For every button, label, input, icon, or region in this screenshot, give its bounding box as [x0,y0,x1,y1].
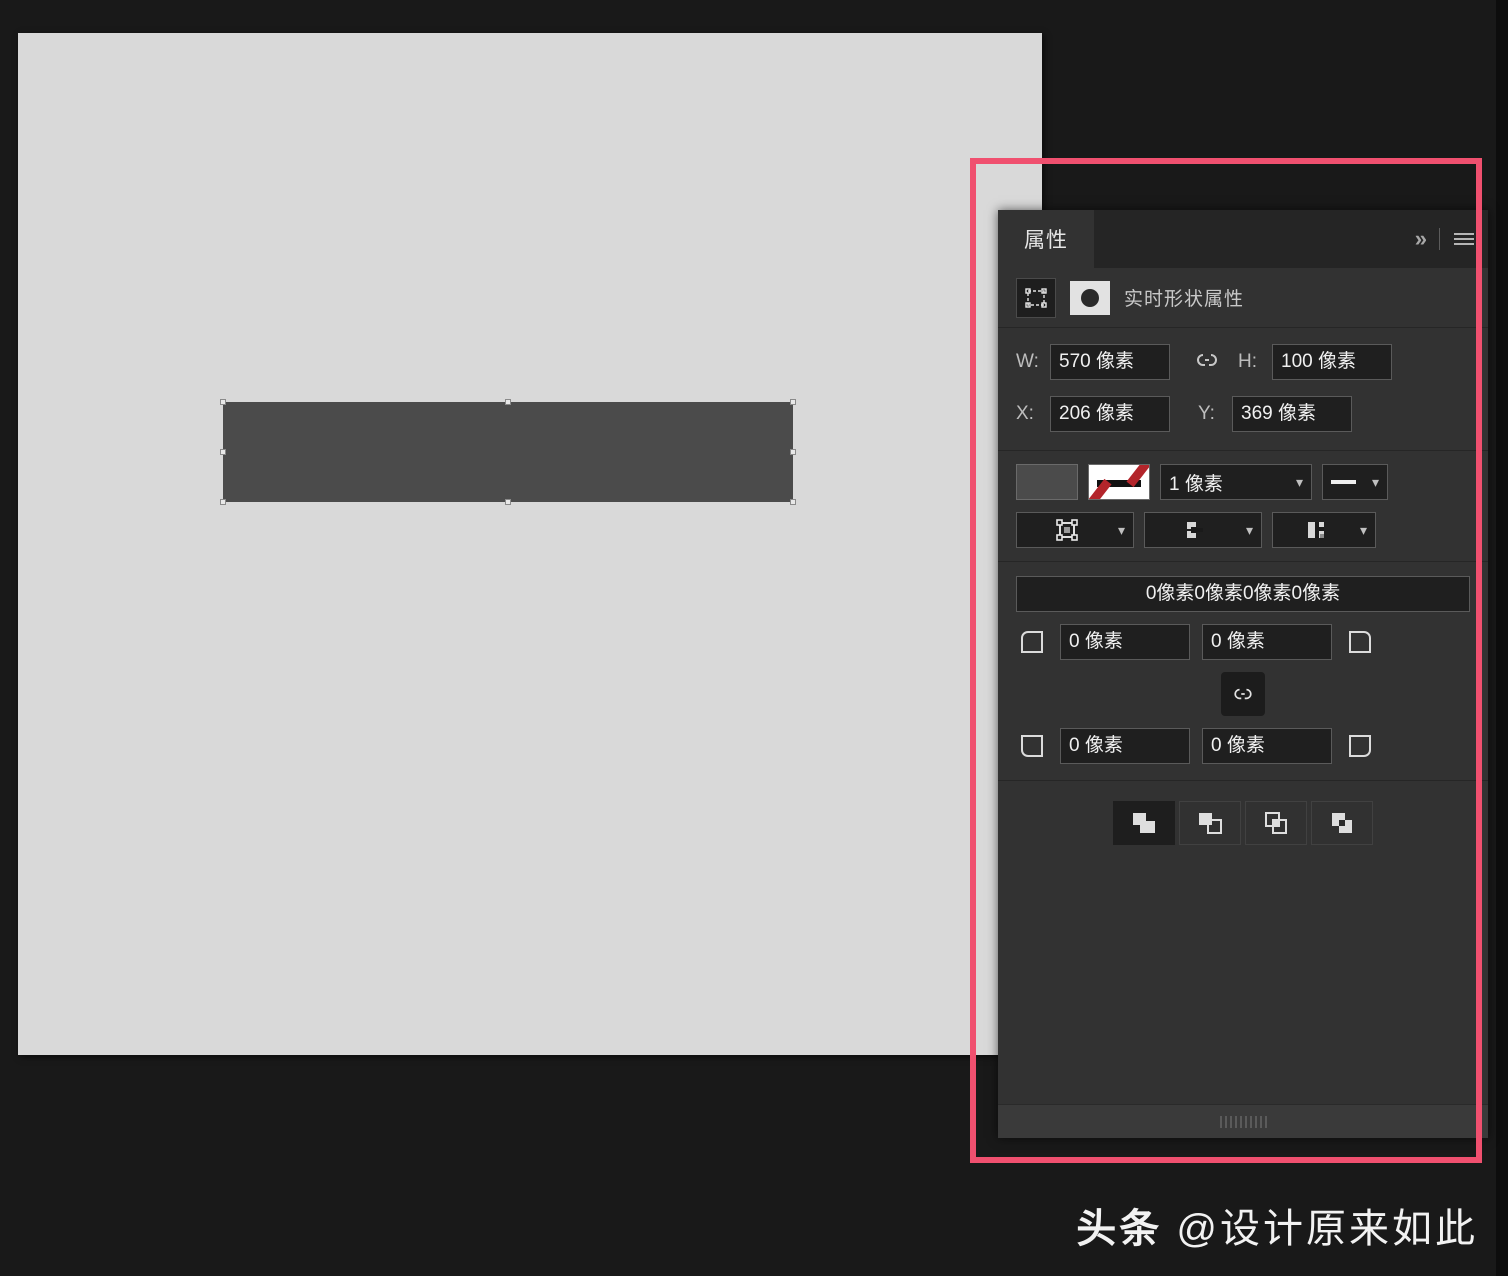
fill-stroke-row: 1 像素 ▾ ▾ [1016,464,1470,500]
watermark-tag: 头条 [1076,1207,1162,1251]
hamburger-menu-icon[interactable] [1454,233,1474,245]
transform-handle-bottom-center[interactable] [505,499,511,505]
corner-link-row [1016,672,1470,716]
live-shape-header: 实时形状属性 [998,268,1488,328]
stroke-width-combo[interactable]: 1 像素 ▾ [1160,464,1312,500]
panel-resize-grip[interactable] [998,1104,1488,1138]
corner-top-right-icon [1344,626,1376,658]
fill-stroke-section: 1 像素 ▾ ▾ [998,451,1488,562]
intersect-shape-areas-button[interactable] [1245,801,1307,845]
panel-tab-bar: 属性 » [998,210,1488,268]
tab-properties[interactable]: 属性 [998,210,1094,268]
width-input[interactable]: 570 像素 [1050,344,1170,380]
corner-radius-summary-input[interactable]: 0像素0像素0像素0像素 [1016,576,1470,612]
link-corner-radii-button[interactable] [1221,672,1265,716]
stroke-cap-icon [1153,517,1238,543]
x-label: X: [1016,403,1050,425]
stroke-width-value: 1 像素 [1169,469,1288,496]
live-shape-title: 实时形状属性 [1124,284,1244,311]
path-operations-row [998,781,1488,861]
tab-bar-spacer [1094,210,1415,268]
height-label: H: [1238,351,1272,373]
double-chevron-right-icon[interactable]: » [1415,228,1425,250]
height-input[interactable]: 100 像素 [1272,344,1392,380]
chain-link-icon[interactable] [1190,351,1224,374]
properties-panel: 属性 » 实时形状属性 [998,210,1488,1138]
transform-handle-top-left[interactable] [220,399,226,405]
stroke-style-combo[interactable]: ▾ [1322,464,1388,500]
transform-handle-middle-right[interactable] [790,449,796,455]
bottom-corner-row: 0 像素 0 像素 [1016,728,1470,764]
transform-handle-top-center[interactable] [505,399,511,405]
chevron-down-icon: ▾ [1296,474,1303,491]
stroke-cap-combo[interactable]: ▾ [1144,512,1262,548]
corner-top-right-input[interactable]: 0 像素 [1202,624,1332,660]
fill-color-swatch[interactable] [1016,464,1078,500]
width-label: W: [1016,351,1050,373]
shape-mask-icon[interactable] [1070,281,1110,315]
chevron-down-icon: ▾ [1372,474,1379,491]
watermark-handle: @设计原来如此 [1176,1207,1478,1251]
solid-line-icon [1331,480,1356,484]
geometry-section: W: 570 像素 H: 100 像素 X: 206 像素 Y: 369 像素 [998,328,1488,451]
stroke-align-icon [1025,517,1110,543]
panel-tab-tools: » [1415,210,1488,268]
chevron-down-icon: ▾ [1246,522,1253,539]
chevron-down-icon: ▾ [1360,522,1367,539]
transform-handle-middle-left[interactable] [220,449,226,455]
corner-top-left-icon [1016,626,1048,658]
document-canvas[interactable] [18,33,1042,1055]
stroke-options-row: ▾ ▾ [1016,512,1470,548]
top-corner-row: 0 像素 0 像素 [1016,624,1470,660]
transform-handle-bottom-left[interactable] [220,499,226,505]
mask-shape-dot [1081,289,1099,307]
exclude-overlapping-shapes-button[interactable] [1311,801,1373,845]
x-position-input[interactable]: 206 像素 [1050,396,1170,432]
corner-radius-section: 0像素0像素0像素0像素 0 像素 0 像素 [998,562,1488,781]
toolbar-divider [1439,228,1440,250]
grip-dots-icon [1220,1116,1267,1128]
corner-bottom-right-input[interactable]: 0 像素 [1202,728,1332,764]
stroke-align-combo[interactable]: ▾ [1016,512,1134,548]
corner-bottom-right-icon [1344,730,1376,762]
workspace-right-edge [1496,0,1508,1276]
stroke-join-icon [1281,517,1352,543]
tab-properties-label: 属性 [1024,224,1068,254]
rectangle-shape-layer[interactable] [223,402,793,502]
corner-top-left-input[interactable]: 0 像素 [1060,624,1190,660]
x-y-row: X: 206 像素 Y: 369 像素 [1016,394,1470,434]
stroke-none-swatch[interactable] [1088,464,1150,500]
width-height-row: W: 570 像素 H: 100 像素 [1016,342,1470,382]
y-position-input[interactable]: 369 像素 [1232,396,1352,432]
subtract-front-shape-button[interactable] [1179,801,1241,845]
corner-bottom-left-input[interactable]: 0 像素 [1060,728,1190,764]
chevron-down-icon: ▾ [1118,522,1125,539]
stroke-join-combo[interactable]: ▾ [1272,512,1376,548]
corner-bottom-left-icon [1016,730,1048,762]
combine-shapes-button[interactable] [1113,801,1175,845]
app-root: 属性 » 实时形状属性 [0,0,1508,1276]
transform-bounds-icon[interactable] [1016,278,1056,318]
y-label: Y: [1198,403,1232,425]
transform-handle-bottom-right[interactable] [790,499,796,505]
transform-handle-top-right[interactable] [790,399,796,405]
watermark: 头条 @设计原来如此 [1076,1196,1478,1254]
